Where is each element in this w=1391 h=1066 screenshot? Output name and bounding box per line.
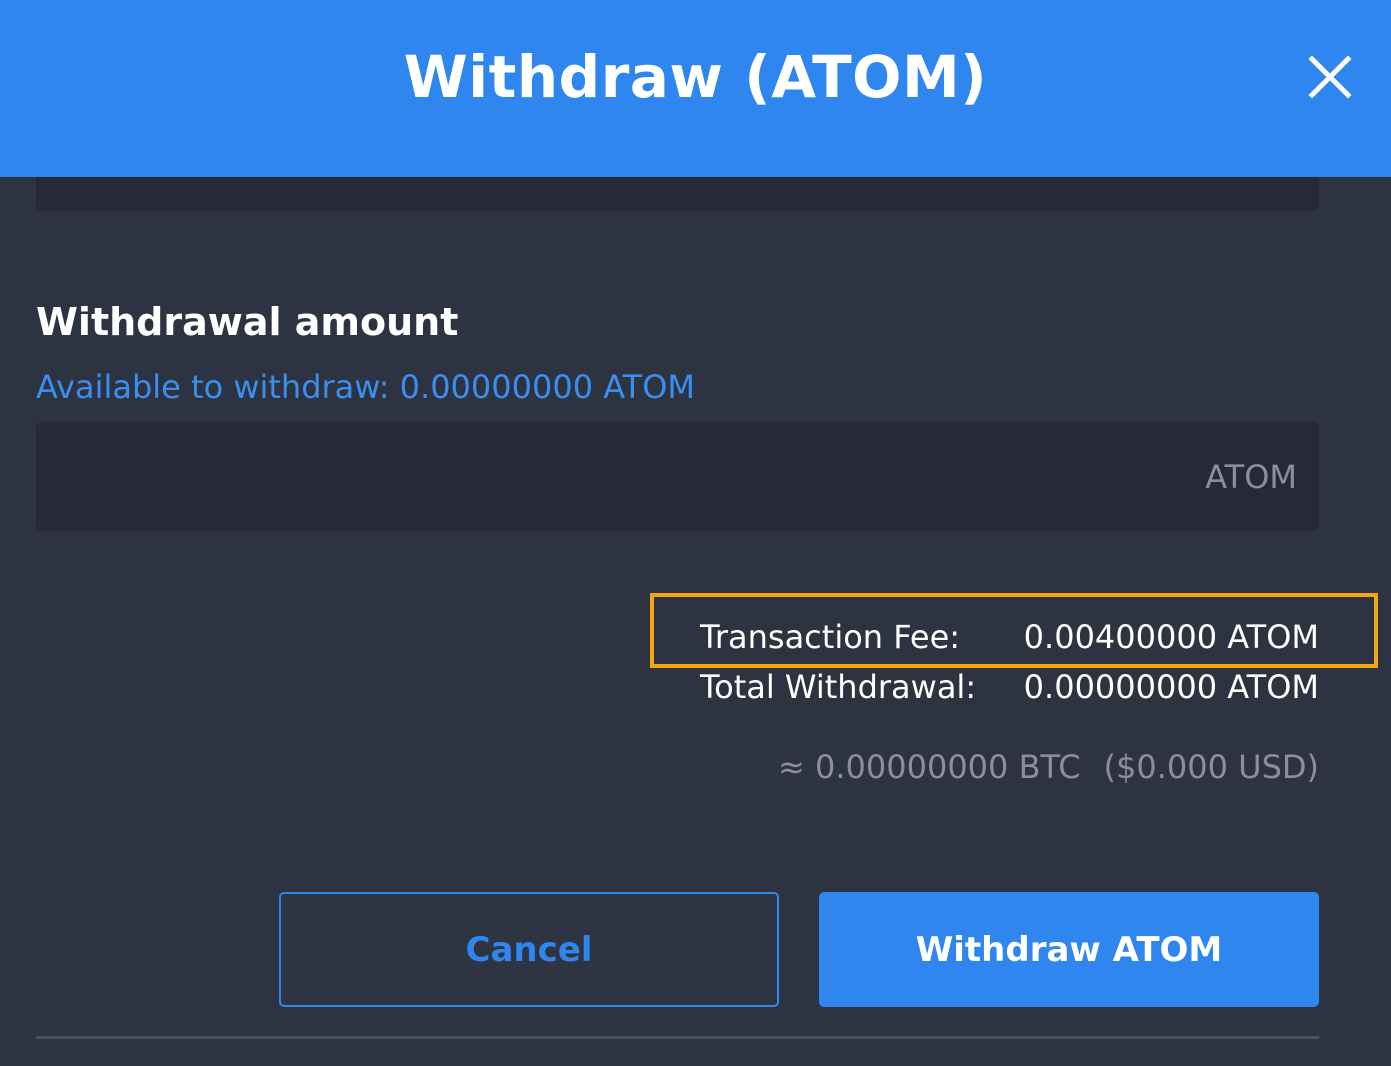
dialog-header: Withdraw (ATOM) xyxy=(0,0,1391,177)
cancel-button-label: Cancel xyxy=(465,929,593,970)
available-to-withdraw-link[interactable]: Available to withdraw: 0.00000000 ATOM xyxy=(36,364,695,410)
withdraw-dialog: Withdraw (ATOM) Withdrawal amount Availa… xyxy=(0,0,1391,1066)
amount-unit-label: ATOM xyxy=(1205,458,1297,496)
transaction-fee-value: 0.00400000 ATOM xyxy=(1023,618,1319,656)
amount-input[interactable] xyxy=(36,422,1156,531)
withdrawal-amount-heading: Withdrawal amount xyxy=(36,300,459,344)
usd-equivalent: ($0.000 USD) xyxy=(1103,748,1319,786)
withdraw-button[interactable]: Withdraw ATOM xyxy=(819,892,1319,1007)
dialog-title: Withdraw (ATOM) xyxy=(403,43,988,111)
address-field[interactable] xyxy=(36,177,1319,211)
total-withdrawal-label: Total Withdrawal: xyxy=(700,668,977,706)
close-button[interactable] xyxy=(1302,49,1358,105)
total-withdrawal-value: 0.00000000 ATOM xyxy=(1023,668,1319,706)
transaction-fee-label: Transaction Fee: xyxy=(700,618,961,656)
footer-divider xyxy=(36,1036,1319,1039)
withdraw-button-label: Withdraw ATOM xyxy=(915,929,1223,970)
amount-field[interactable]: ATOM xyxy=(36,422,1319,531)
close-icon xyxy=(1308,55,1352,99)
cancel-button[interactable]: Cancel xyxy=(279,892,779,1007)
btc-equivalent: ≈ 0.00000000 BTC xyxy=(778,748,1081,786)
